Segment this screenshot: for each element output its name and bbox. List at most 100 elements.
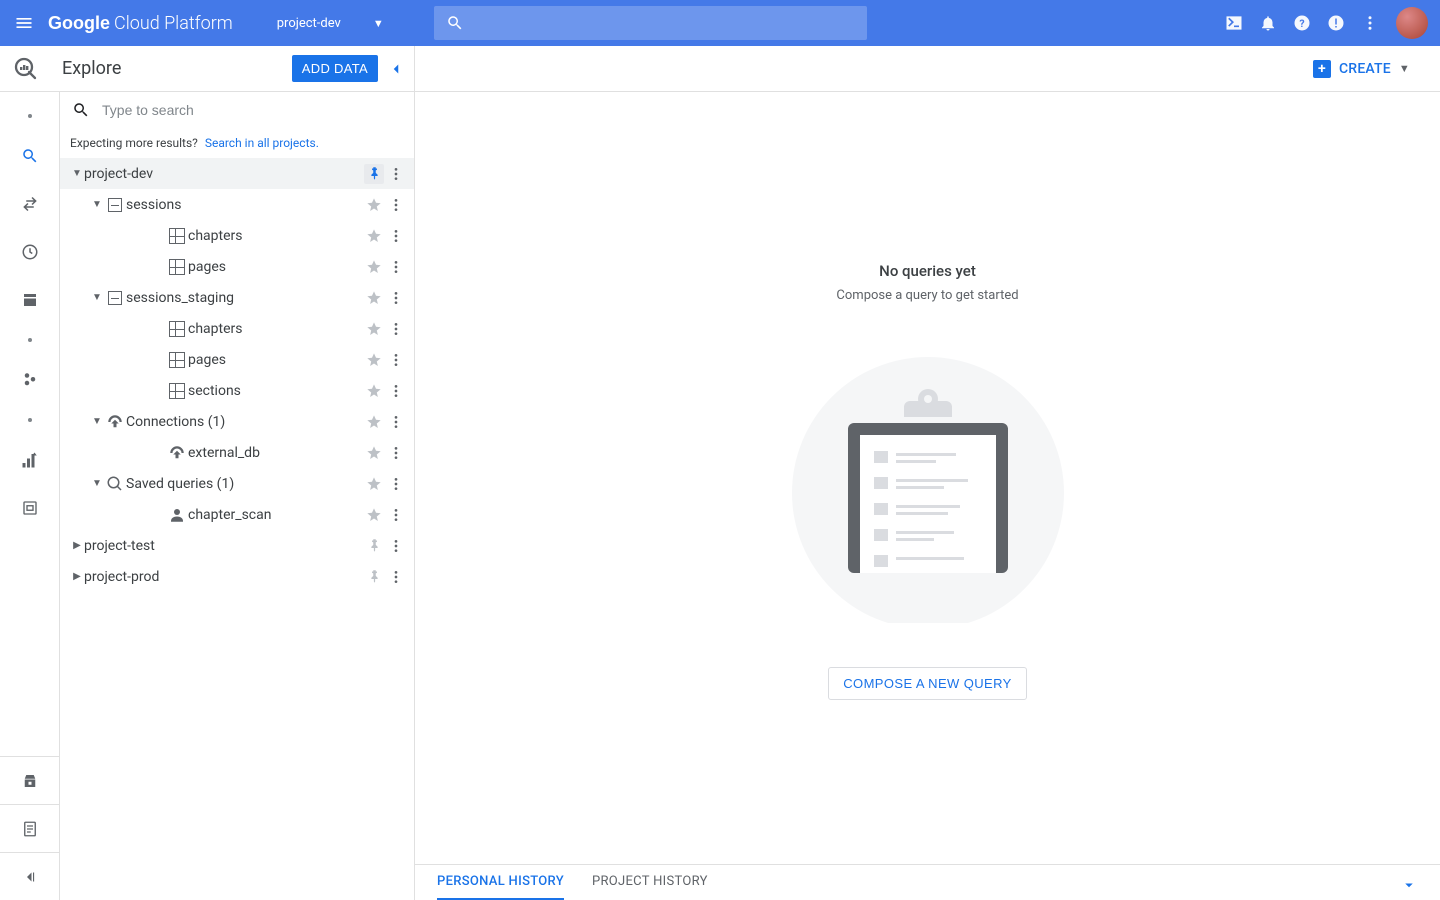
explorer-search-input[interactable] — [102, 102, 402, 118]
more-vert-icon[interactable] — [386, 350, 406, 370]
more-vert-icon[interactable] — [386, 164, 406, 184]
rail-explorer-icon[interactable] — [20, 146, 40, 166]
tree-dataset-ds2[interactable]: ▼sessions_staging — [60, 282, 414, 313]
expand-arrow-icon: ▼ — [90, 292, 104, 303]
tree-item-label: pages — [188, 259, 364, 275]
tree-connection-c1[interactable]: external_db — [60, 437, 414, 468]
rail-admin-icon[interactable] — [20, 498, 40, 518]
rail-release-notes-icon[interactable] — [20, 819, 40, 839]
rail-transfers-icon[interactable] — [20, 194, 40, 214]
page-title: Explore — [62, 58, 121, 79]
star-icon[interactable] — [364, 226, 384, 246]
rail-section-dot — [28, 114, 32, 118]
star-icon[interactable] — [364, 257, 384, 277]
tree-table-t5[interactable]: sections — [60, 375, 414, 406]
rail-section-dot — [28, 338, 32, 342]
more-vert-icon[interactable] — [386, 443, 406, 463]
star-icon[interactable] — [364, 412, 384, 432]
tree-project-p2[interactable]: ▶project-test — [60, 530, 414, 561]
rail-reservations-icon[interactable] — [20, 290, 40, 310]
tree-item-label: chapters — [188, 228, 364, 244]
help-icon[interactable]: ? — [1290, 11, 1314, 35]
more-vert-icon[interactable] — [386, 319, 406, 339]
more-vert-icon[interactable] — [386, 381, 406, 401]
expand-arrow-icon: ▶ — [70, 571, 84, 582]
tree-item-label: project-test — [84, 538, 364, 554]
tree-table-t1[interactable]: chapters — [60, 220, 414, 251]
alert-icon[interactable] — [1324, 11, 1348, 35]
collapse-panel-button[interactable] — [386, 59, 406, 79]
table-icon — [166, 352, 188, 368]
search-all-projects-link[interactable]: Search in all projects. — [205, 136, 319, 150]
tree-project-p3[interactable]: ▶project-prod — [60, 561, 414, 592]
star-icon[interactable] — [364, 350, 384, 370]
query-icon — [166, 506, 188, 524]
tree-item-label: sessions — [126, 197, 364, 213]
tree-project-p1[interactable]: ▼project-dev — [60, 158, 414, 189]
subheader: Explore ADD DATA + CREATE ▼ — [0, 46, 1440, 92]
create-button-label: CREATE — [1339, 61, 1391, 77]
tree-savedqueries-sq[interactable]: ▼Saved queries (1) — [60, 468, 414, 499]
tree-table-t2[interactable]: pages — [60, 251, 414, 282]
tree-dataset-ds1[interactable]: ▼sessions — [60, 189, 414, 220]
pin-icon[interactable] — [364, 536, 384, 556]
tree-table-t4[interactable]: pages — [60, 344, 414, 375]
gcp-logo[interactable]: Google Cloud Platform — [48, 13, 233, 34]
hamburger-menu-icon[interactable] — [12, 11, 36, 35]
project-picker[interactable]: project-dev ▼ — [277, 16, 384, 31]
star-icon[interactable] — [364, 195, 384, 215]
rail-scheduled-icon[interactable] — [20, 242, 40, 262]
more-vert-icon[interactable] — [1358, 11, 1382, 35]
more-vert-icon[interactable] — [386, 567, 406, 587]
rail-collapse-icon[interactable] — [20, 867, 40, 887]
star-icon[interactable] — [364, 319, 384, 339]
more-vert-icon[interactable] — [386, 474, 406, 494]
bigquery-product-icon — [14, 57, 38, 81]
cloud-shell-icon[interactable] — [1222, 11, 1246, 35]
star-icon[interactable] — [364, 288, 384, 308]
tab-project-history[interactable]: PROJECT HISTORY — [592, 865, 708, 900]
star-icon[interactable] — [364, 505, 384, 525]
star-icon[interactable] — [364, 443, 384, 463]
more-vert-icon[interactable] — [386, 505, 406, 525]
logo-google: Google — [48, 13, 110, 34]
compose-query-button[interactable]: COMPOSE A NEW QUERY — [828, 667, 1026, 700]
logo-cloud-platform: Cloud Platform — [114, 13, 233, 34]
hint-text: Expecting more results? — [70, 136, 198, 150]
more-vert-icon[interactable] — [386, 226, 406, 246]
add-data-button[interactable]: ADD DATA — [292, 55, 378, 82]
more-vert-icon[interactable] — [386, 536, 406, 556]
expand-arrow-icon: ▶ — [70, 540, 84, 551]
create-button[interactable]: + CREATE ▼ — [1313, 60, 1410, 78]
empty-state: No queries yet Compose a query to get st… — [415, 92, 1440, 864]
pin-icon[interactable] — [364, 567, 384, 587]
more-vert-icon[interactable] — [386, 195, 406, 215]
rail-marketplace-icon[interactable] — [20, 771, 40, 791]
tree-query-q1[interactable]: chapter_scan — [60, 499, 414, 530]
connections-icon — [104, 413, 126, 431]
explorer-search[interactable] — [60, 92, 414, 128]
tree-table-t3[interactable]: chapters — [60, 313, 414, 344]
account-avatar[interactable] — [1396, 7, 1428, 39]
pin-icon[interactable] — [364, 164, 384, 184]
notifications-icon[interactable] — [1256, 11, 1280, 35]
star-icon[interactable] — [364, 381, 384, 401]
more-vert-icon[interactable] — [386, 257, 406, 277]
top-search[interactable] — [434, 6, 867, 40]
explorer-search-hint: Expecting more results? Search in all pr… — [60, 128, 414, 158]
connection-icon — [166, 444, 188, 462]
more-vert-icon[interactable] — [386, 288, 406, 308]
rail-monitoring-icon[interactable] — [20, 450, 40, 470]
chevron-down-icon: ▼ — [1399, 62, 1410, 75]
more-vert-icon[interactable] — [386, 412, 406, 432]
rail-biengine-icon[interactable] — [20, 370, 40, 390]
tab-personal-history[interactable]: PERSONAL HISTORY — [437, 865, 564, 900]
rail-bottom — [0, 756, 59, 900]
plus-icon: + — [1313, 60, 1331, 78]
main-content: No queries yet Compose a query to get st… — [415, 92, 1440, 900]
star-icon[interactable] — [364, 474, 384, 494]
rail-section-dot — [28, 418, 32, 422]
dataset-icon — [104, 291, 126, 305]
expand-panel-icon[interactable] — [1400, 872, 1418, 894]
tree-connections-conn[interactable]: ▼Connections (1) — [60, 406, 414, 437]
